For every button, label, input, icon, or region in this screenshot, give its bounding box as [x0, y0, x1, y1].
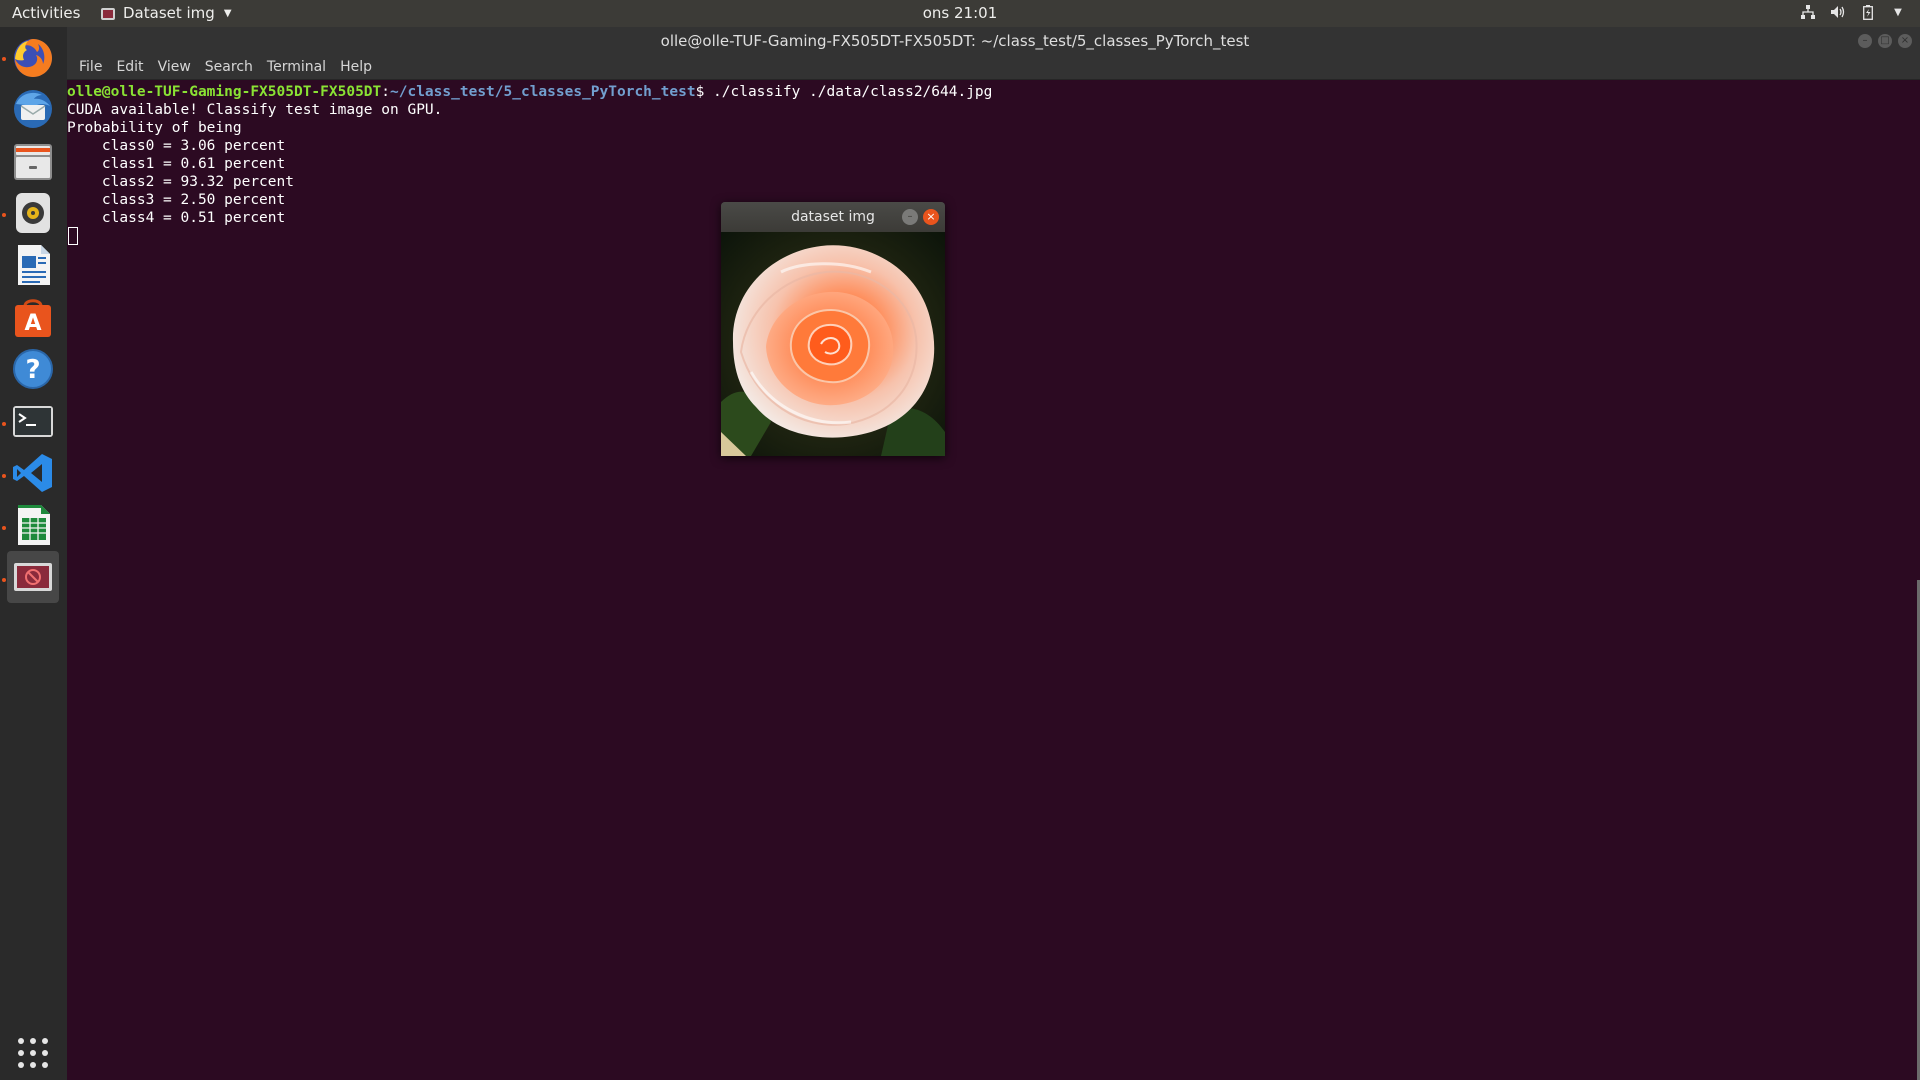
prompt-path: ~/class_test/5_classes_PyTorch_test [390, 84, 696, 100]
thunderbird-icon [14, 90, 52, 128]
libreoffice-writer-icon [18, 245, 50, 285]
system-menu-chevron-icon[interactable]: ▼ [1890, 3, 1906, 21]
minimize-button[interactable]: – [1858, 34, 1872, 48]
output-line: class0 = 3.06 percent [67, 138, 286, 154]
chevron-down-icon: ▼ [223, 7, 232, 19]
clock[interactable]: ons 21:01 [923, 4, 998, 22]
maximize-button[interactable]: □ [1878, 34, 1892, 48]
menu-bar: File Edit View Search Terminal Help [67, 54, 1920, 80]
running-indicator [2, 526, 6, 530]
calc-launcher[interactable] [7, 499, 59, 551]
show-applications-icon [18, 1038, 48, 1068]
output-line: class4 = 0.51 percent [67, 210, 286, 226]
terminal-launcher[interactable] [7, 395, 59, 447]
rhythmbox-launcher[interactable] [7, 187, 59, 239]
image-window-icon [14, 563, 52, 591]
system-tray[interactable]: ▼ [1800, 3, 1906, 21]
close-button[interactable]: × [1898, 34, 1912, 48]
dataset-image-window[interactable]: dataset img – × [721, 202, 945, 456]
writer-launcher[interactable] [7, 239, 59, 291]
ubuntu-software-launcher[interactable]: A [7, 291, 59, 343]
firefox-icon [14, 39, 52, 77]
prompt-user: olle@olle-TUF-Gaming-FX505DT-FX505DT [67, 84, 382, 100]
libreoffice-calc-icon [18, 505, 50, 545]
rhythmbox-icon [16, 193, 50, 233]
image-window-titlebar[interactable]: dataset img – × [721, 202, 945, 232]
app-menu[interactable]: Dataset img ▼ [101, 4, 232, 22]
help-launcher[interactable]: ? [7, 343, 59, 395]
svg-text:A: A [24, 311, 41, 336]
output-line: Probability of being [67, 120, 242, 136]
terminal-titlebar[interactable]: olle@olle-TUF-Gaming-FX505DT-FX505DT: ~/… [67, 27, 1920, 54]
running-indicator [2, 578, 6, 582]
running-indicator [2, 213, 6, 217]
menu-terminal[interactable]: Terminal [260, 59, 333, 75]
network-icon[interactable] [1800, 3, 1816, 21]
thunderbird-launcher[interactable] [7, 83, 59, 135]
app-menu-label: Dataset img [123, 4, 215, 22]
terminal-area[interactable]: olle@olle-TUF-Gaming-FX505DT-FX505DT:~/c… [67, 80, 1920, 1080]
files-icon [14, 144, 52, 180]
dock: A ? [0, 27, 67, 1080]
output-line: CUDA available! Classify test image on G… [67, 102, 443, 118]
volume-icon[interactable] [1830, 3, 1846, 21]
image-window-minimize-button[interactable]: – [902, 209, 918, 225]
image-window-title: dataset img [791, 209, 875, 225]
app-window-icon [101, 7, 115, 20]
terminal-cursor [68, 227, 78, 245]
vscode-icon [13, 454, 52, 492]
menu-view[interactable]: View [151, 59, 198, 75]
terminal-icon [13, 406, 53, 437]
output-line: class1 = 0.61 percent [67, 156, 286, 172]
rose-photo [721, 232, 945, 456]
menu-file[interactable]: File [72, 59, 109, 75]
help-icon: ? [13, 349, 53, 389]
files-launcher[interactable] [7, 135, 59, 187]
running-indicator [2, 57, 6, 61]
menu-search[interactable]: Search [198, 59, 260, 75]
menu-edit[interactable]: Edit [109, 59, 150, 75]
ubuntu-software-icon: A [15, 299, 51, 337]
running-indicator [2, 474, 6, 478]
battery-icon[interactable] [1860, 3, 1876, 21]
running-indicator [2, 422, 6, 426]
vscode-launcher[interactable] [7, 447, 59, 499]
image-window-close-button[interactable]: × [923, 209, 939, 225]
top-bar: Activities Dataset img ▼ ons 21:01 ▼ [0, 0, 1920, 27]
output-line: class3 = 2.50 percent [67, 192, 286, 208]
activities-button[interactable]: Activities [12, 4, 80, 22]
window-title: olle@olle-TUF-Gaming-FX505DT-FX505DT: ~/… [660, 32, 1250, 50]
output-line: class2 = 93.32 percent [67, 174, 294, 190]
svg-text:?: ? [25, 355, 40, 385]
image-window-launcher[interactable] [7, 551, 59, 603]
show-applications-button[interactable] [7, 1027, 59, 1079]
firefox-launcher[interactable] [7, 31, 59, 83]
menu-help[interactable]: Help [333, 59, 379, 75]
command-text: ./classify ./data/class2/644.jpg [713, 84, 993, 100]
